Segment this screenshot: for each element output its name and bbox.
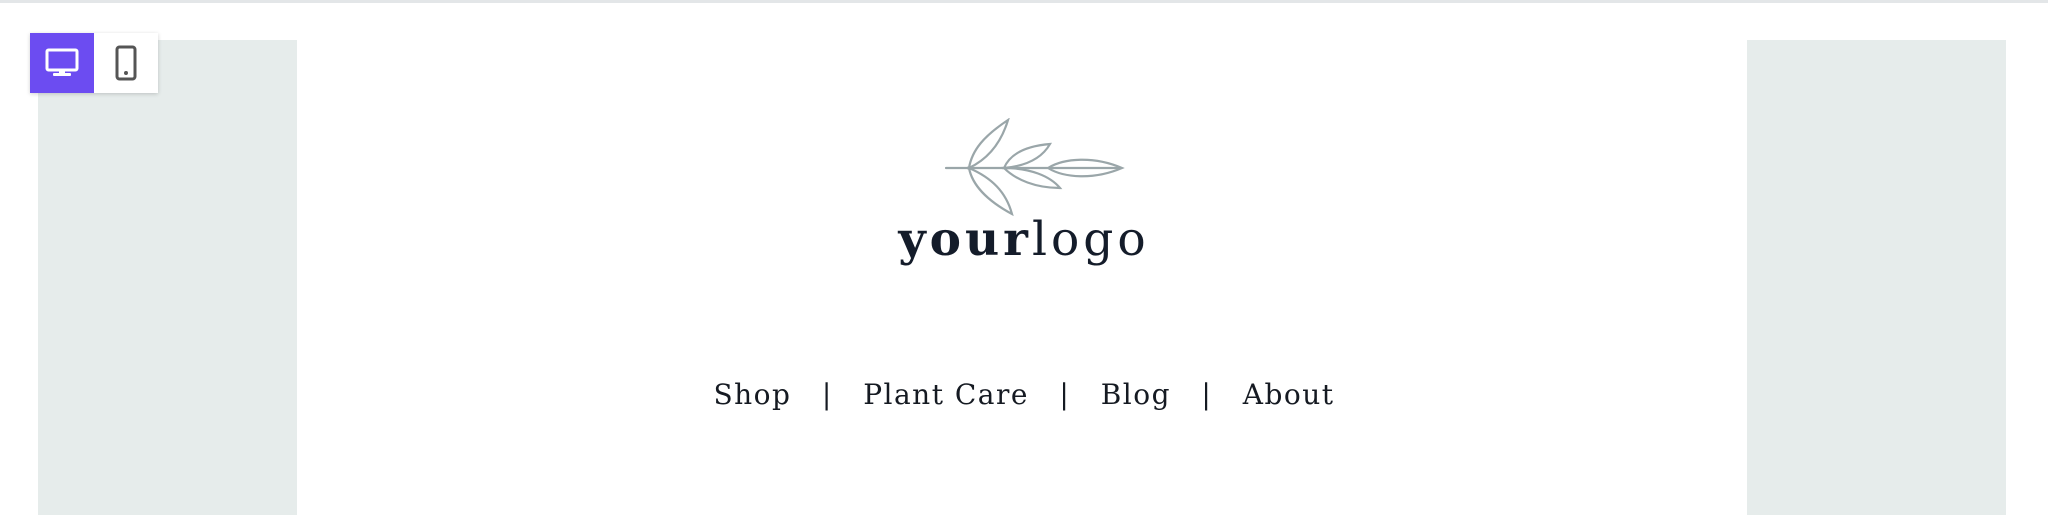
right-side-panel — [1747, 40, 2006, 515]
mobile-phone-icon — [115, 45, 137, 81]
mobile-view-button[interactable] — [94, 33, 158, 93]
nav-separator: | — [1059, 378, 1071, 411]
nav-link-shop[interactable]: Shop — [713, 378, 791, 411]
logo-wordmark: yourlogo — [0, 216, 2048, 263]
nav-separator: | — [1201, 378, 1213, 411]
main-navigation: Shop | Plant Care | Blog | About — [0, 378, 2048, 411]
desktop-monitor-icon — [45, 48, 79, 76]
nav-link-plant-care[interactable]: Plant Care — [863, 378, 1029, 411]
nav-separator: | — [821, 378, 833, 411]
nav-link-blog[interactable]: Blog — [1101, 378, 1171, 411]
logo-text-light: logo — [1031, 212, 1150, 267]
top-divider — [0, 0, 2048, 3]
desktop-view-button[interactable] — [30, 33, 94, 93]
nav-link-about[interactable]: About — [1243, 378, 1335, 411]
left-side-panel — [38, 40, 297, 515]
logo-text-bold: your — [898, 212, 1032, 267]
site-logo[interactable]: yourlogo — [0, 118, 2048, 263]
view-mode-toggle — [30, 33, 158, 93]
page-canvas — [38, 40, 2006, 515]
leaf-branch-icon — [944, 118, 1125, 217]
